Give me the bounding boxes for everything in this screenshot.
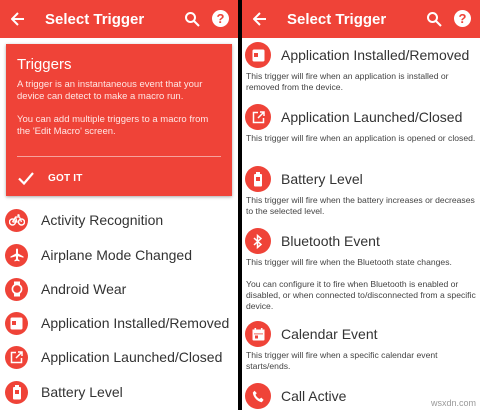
trigger-item-airplane-mode[interactable]: Airplane Mode Changed [0, 238, 238, 272]
battery-icon [5, 380, 28, 404]
trigger-item-label: Application Installed/Removed [281, 47, 470, 63]
app-bar: Select Trigger ? [242, 0, 480, 38]
trigger-item-battery-level[interactable]: Battery Level This trigger will fire whe… [242, 164, 480, 217]
trigger-item-label: Bluetooth Event [281, 233, 380, 249]
launch-icon [5, 345, 28, 369]
trigger-item-calendar-event[interactable]: Calendar Event This trigger will fire wh… [242, 319, 480, 372]
bicycle-icon [5, 208, 28, 232]
trigger-item-label: Airplane Mode Changed [41, 247, 192, 263]
phone-icon [245, 383, 271, 409]
app-install-icon [5, 311, 28, 335]
watermark: wsxdn.com [430, 398, 476, 408]
search-icon[interactable] [426, 11, 442, 27]
app-install-icon [245, 42, 271, 68]
search-icon[interactable] [184, 11, 200, 27]
trigger-item-app-launched[interactable]: Application Launched/Closed [0, 340, 238, 374]
trigger-description: This trigger will fire when the battery … [246, 195, 475, 216]
trigger-description: This trigger will fire when an applicati… [246, 71, 449, 92]
checkmark-icon [18, 171, 34, 185]
trigger-item-label: Application Launched/Closed [41, 349, 223, 365]
watch-icon [5, 277, 28, 301]
trigger-item-app-installed[interactable]: Application Installed/Removed [0, 306, 238, 340]
help-icon[interactable]: ? [454, 10, 471, 27]
airplane-icon [5, 243, 28, 267]
trigger-item-android-wear[interactable]: Android Wear [0, 272, 238, 306]
trigger-item-label: Battery Level [281, 171, 363, 187]
app-bar: Select Trigger ? [0, 0, 238, 38]
bluetooth-icon [245, 228, 271, 254]
card-divider [17, 156, 221, 157]
calendar-icon [245, 321, 271, 347]
got-it-button[interactable]: GOT IT [18, 167, 83, 189]
trigger-item-app-launched[interactable]: Application Launched/Closed This trigger… [242, 102, 480, 144]
trigger-item-app-installed[interactable]: Application Installed/Removed This trigg… [242, 40, 480, 93]
right-panel: Select Trigger ? Application Installed/R… [242, 0, 480, 410]
help-icon[interactable]: ? [212, 10, 229, 27]
trigger-item-label: Battery Level [41, 384, 123, 400]
trigger-item-bluetooth-event[interactable]: Bluetooth Event This trigger will fire w… [242, 226, 480, 312]
trigger-description: This trigger will fire when the Bluetoot… [246, 257, 452, 267]
card-heading: Triggers [17, 56, 72, 73]
left-panel: Select Trigger ? Triggers A trigger is a… [0, 0, 238, 410]
back-arrow-icon[interactable] [10, 11, 26, 27]
got-it-label: GOT IT [48, 172, 83, 184]
trigger-description: This trigger will fire when an applicati… [246, 133, 476, 143]
page-title: Select Trigger [45, 10, 145, 28]
trigger-description: This trigger will fire when a specific c… [246, 350, 438, 371]
card-paragraph: You can add multiple triggers to a macro… [17, 114, 209, 137]
triggers-info-card: Triggers A trigger is an instantaneous e… [6, 44, 232, 196]
trigger-item-battery-level[interactable]: Battery Level [0, 375, 238, 409]
trigger-item-label: Android Wear [41, 281, 127, 297]
card-paragraph: A trigger is an instantaneous event that… [17, 79, 203, 102]
launch-icon [245, 104, 271, 130]
trigger-item-label: Activity Recognition [41, 212, 164, 228]
trigger-item-label: Call Active [281, 388, 347, 404]
trigger-item-activity-recognition[interactable]: Activity Recognition [0, 203, 238, 237]
page-title: Select Trigger [287, 10, 387, 28]
trigger-item-label: Application Installed/Removed [41, 315, 230, 331]
trigger-item-label: Calendar Event [281, 326, 378, 342]
trigger-description: You can configure it to fire when Blueto… [246, 279, 476, 311]
back-arrow-icon[interactable] [252, 11, 268, 27]
trigger-item-label: Application Launched/Closed [281, 109, 463, 125]
battery-icon [245, 166, 271, 192]
